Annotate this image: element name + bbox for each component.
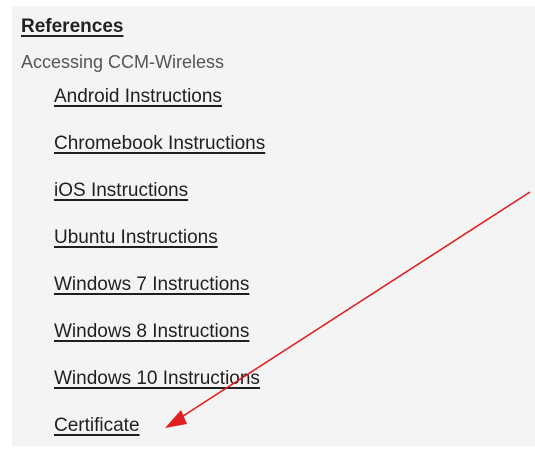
- instructions-link-list: Android Instructions Chromebook Instruct…: [54, 86, 265, 462]
- windows-10-instructions-link[interactable]: Windows 10 Instructions: [54, 368, 260, 389]
- windows-8-instructions-link[interactable]: Windows 8 Instructions: [54, 321, 249, 342]
- ubuntu-instructions-link[interactable]: Ubuntu Instructions: [54, 227, 218, 248]
- ios-instructions-link[interactable]: iOS Instructions: [54, 180, 188, 201]
- section-label: Accessing CCM-Wireless: [21, 52, 225, 72]
- list-item: iOS Instructions: [54, 180, 265, 227]
- chromebook-instructions-link[interactable]: Chromebook Instructions: [54, 133, 265, 154]
- list-item: Windows 10 Instructions: [54, 368, 265, 415]
- list-item: Windows 7 Instructions: [54, 274, 265, 321]
- android-instructions-link[interactable]: Android Instructions: [54, 86, 222, 107]
- windows-7-instructions-link[interactable]: Windows 7 Instructions: [54, 274, 249, 295]
- references-heading: References: [21, 16, 124, 37]
- list-item: Chromebook Instructions: [54, 133, 265, 180]
- list-item: Certificate: [54, 415, 265, 462]
- list-item: Android Instructions: [54, 86, 265, 133]
- list-item: Windows 8 Instructions: [54, 321, 265, 368]
- certificate-link[interactable]: Certificate: [54, 415, 140, 436]
- list-item: Ubuntu Instructions: [54, 227, 265, 274]
